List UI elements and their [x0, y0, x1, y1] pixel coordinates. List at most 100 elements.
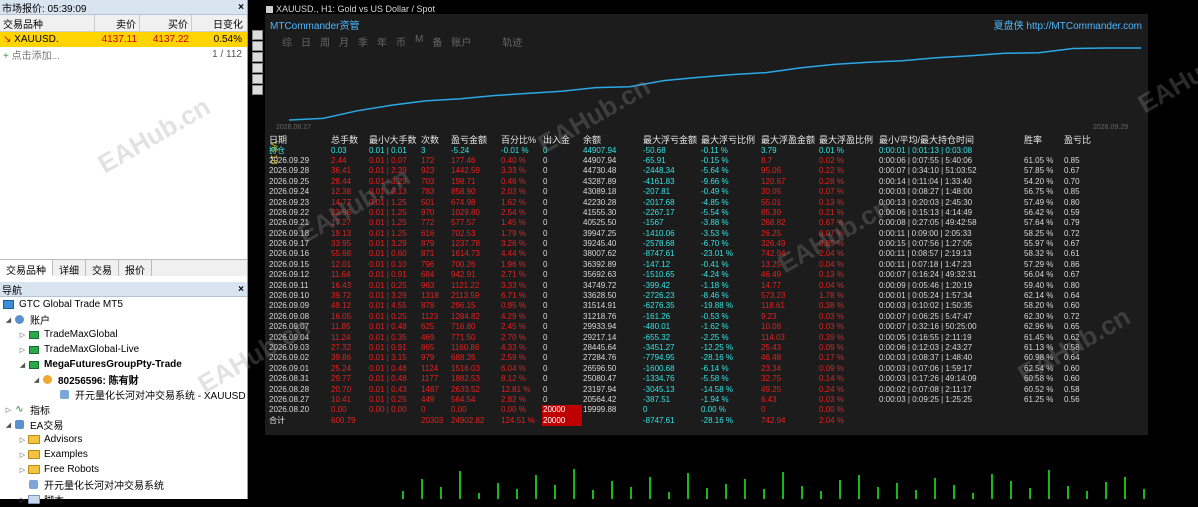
- tab-symbols[interactable]: 交易品种: [0, 260, 53, 277]
- tree-ea-item[interactable]: 开元量化长河对冲交易系统: [0, 477, 247, 492]
- stats-cell: 0: [543, 311, 548, 321]
- stats-cell: 0.22 %: [819, 166, 844, 176]
- stats-cell: 2.70 %: [501, 332, 526, 342]
- stats-cell: 114.03: [761, 332, 785, 342]
- stats-cell: -23.01 %: [701, 249, 734, 259]
- expand-icon[interactable]: ▷: [18, 436, 27, 444]
- tab-ticks[interactable]: 报价: [119, 260, 152, 277]
- collapse-icon[interactable]: ◢: [32, 376, 41, 384]
- expand-icon[interactable]: ▷: [18, 451, 27, 459]
- tree-server-2[interactable]: ▷ TradeMaxGlobal-Live: [0, 342, 247, 357]
- volume-bar: [1010, 481, 1012, 499]
- header-ask[interactable]: 买价: [140, 15, 192, 31]
- tree-ea[interactable]: ◢ EA交易: [0, 417, 247, 432]
- header-change[interactable]: 日变化: [192, 15, 246, 31]
- stats-total-row: 合计 600.79 20303 24902.82 124.51 % 20000 -8747.…: [268, 415, 1093, 426]
- tree-server-1[interactable]: ▷ TradeMaxGlobal: [0, 327, 247, 342]
- tree-folder-free-robots[interactable]: ▷ Free Robots: [0, 462, 247, 477]
- stats-row: 2026.09.02 39.86 0.01 | 3.15 979 688.26 2.59 …: [268, 353, 1093, 363]
- stats-cell: [582, 416, 642, 426]
- stats-cell: -8747.61: [643, 249, 675, 259]
- tree-folder-advisors[interactable]: ▷ Advisors: [0, 432, 247, 447]
- stats-cell: 61.13 %: [1024, 343, 1054, 352]
- expand-icon[interactable]: ▷: [18, 466, 27, 474]
- server-icon: [27, 359, 40, 370]
- stats-cell: 0: [761, 405, 766, 415]
- toolbar-button[interactable]: [252, 30, 263, 40]
- toolbar-button[interactable]: [252, 41, 263, 51]
- stats-cell: -0.11 %: [701, 145, 728, 155]
- stats-cell: 0.01 | 1.25: [369, 228, 407, 238]
- tree-scripts[interactable]: ▷ 脚本: [0, 492, 247, 507]
- broker-icon: [2, 299, 15, 310]
- chart-window[interactable]: XAUUSD., H1: Gold vs US Dollar / Spot MT…: [93, 0, 1198, 499]
- stats-cell: 31218.76: [583, 311, 617, 321]
- stats-cell: 616: [421, 228, 435, 238]
- tree-account-ea[interactable]: 开元量化长河对冲交易系统 - XAUUSD: [0, 387, 247, 402]
- header-symbol[interactable]: 交易品种: [0, 15, 95, 31]
- stats-cell: 8.12 %: [501, 374, 526, 384]
- stats-cell: 0: [543, 322, 548, 332]
- stats-cell: 0: [543, 291, 548, 301]
- stats-cell: 24902.82: [451, 415, 485, 425]
- stats-cell: -2017.68: [643, 197, 675, 207]
- tree-folder-examples[interactable]: ▷ Examples: [0, 447, 247, 462]
- stats-cell: 2113.59: [451, 291, 480, 301]
- volume-bar: [991, 474, 993, 499]
- stats-cell: 2026.09.25: [269, 176, 310, 186]
- toolbar-button[interactable]: [252, 85, 263, 95]
- tree-account[interactable]: ◢ 80256596: 陈有财: [0, 372, 247, 387]
- stats-cell: 56.42 %: [1024, 207, 1054, 217]
- stats-row: 2026.09.18 19.13 0.01 | 1.25 616 702.53 1.79 …: [268, 229, 1093, 239]
- tree-broker[interactable]: GTC Global Trade MT5: [0, 297, 247, 312]
- market-watch-row[interactable]: ↘ XAUUSD. 4137.11 4137.22 0.54%: [0, 32, 247, 47]
- volume-bar: [573, 469, 575, 499]
- stats-cell: 0: [543, 259, 548, 269]
- toolbar-button[interactable]: [252, 52, 263, 62]
- stats-cell: 1442.59: [451, 166, 480, 176]
- stats-cell: -161.26: [643, 311, 671, 321]
- add-symbol-row[interactable]: + 点击添加... 1 / 112: [0, 47, 247, 62]
- close-icon[interactable]: ×: [235, 284, 247, 295]
- stats-cell: 0.67: [1064, 166, 1080, 176]
- stats-cell: 58.25 %: [1024, 228, 1054, 238]
- collapse-icon[interactable]: ◢: [4, 421, 13, 429]
- stats-cell: -0.49 %: [701, 187, 729, 197]
- stats-cell: 923: [421, 166, 435, 176]
- stats-cell: 0: [543, 166, 548, 176]
- collapse-icon[interactable]: ◢: [18, 361, 27, 369]
- plus-icon: +: [3, 51, 12, 62]
- close-icon[interactable]: ×: [235, 2, 247, 13]
- header-bid[interactable]: 卖价: [95, 15, 140, 31]
- server-icon: [27, 344, 40, 355]
- navigator-title: 导航: [2, 285, 22, 297]
- volume-bar: [972, 493, 974, 499]
- stats-cell: 0.80: [1064, 280, 1080, 290]
- stats-header-cell: 最大浮亏比例: [701, 135, 756, 146]
- volume-bar: [611, 481, 613, 499]
- tree-accounts[interactable]: ◢ 账户: [0, 312, 247, 327]
- stats-cell: [1023, 405, 1063, 415]
- expand-icon[interactable]: ▷: [18, 331, 27, 339]
- tree-indicators[interactable]: ▷ ∿ 指标: [0, 402, 247, 417]
- stats-cell: 0.01 | 0.13: [369, 187, 407, 197]
- stats-cell: 0.65: [1064, 322, 1080, 332]
- stats-cell: 0: [643, 405, 648, 415]
- expand-icon[interactable]: ▷: [18, 496, 27, 504]
- stats-header-cell: 最小/平均/最大持仓时间: [879, 135, 975, 146]
- stats-cell: 0.00 %: [701, 405, 726, 415]
- toolbar-button[interactable]: [252, 63, 263, 73]
- stats-cell: 2026.09.03: [269, 343, 310, 352]
- collapse-icon[interactable]: ◢: [4, 316, 13, 324]
- expand-icon[interactable]: ▷: [4, 406, 13, 414]
- stats-cell: 0: [543, 374, 548, 384]
- expand-icon[interactable]: ▷: [18, 346, 27, 354]
- stats-cell: -3.53 %: [701, 228, 729, 238]
- volume-bar: [706, 488, 708, 499]
- tab-details[interactable]: 详细: [53, 260, 86, 277]
- stats-cell: 858.90: [451, 187, 476, 197]
- tab-trading[interactable]: 交易: [86, 260, 119, 277]
- tree-server-3[interactable]: ◢ MegaFuturesGroupPty-Trade: [0, 357, 247, 372]
- stats-cell: 2026.09.18: [269, 228, 310, 238]
- toolbar-button[interactable]: [252, 74, 263, 84]
